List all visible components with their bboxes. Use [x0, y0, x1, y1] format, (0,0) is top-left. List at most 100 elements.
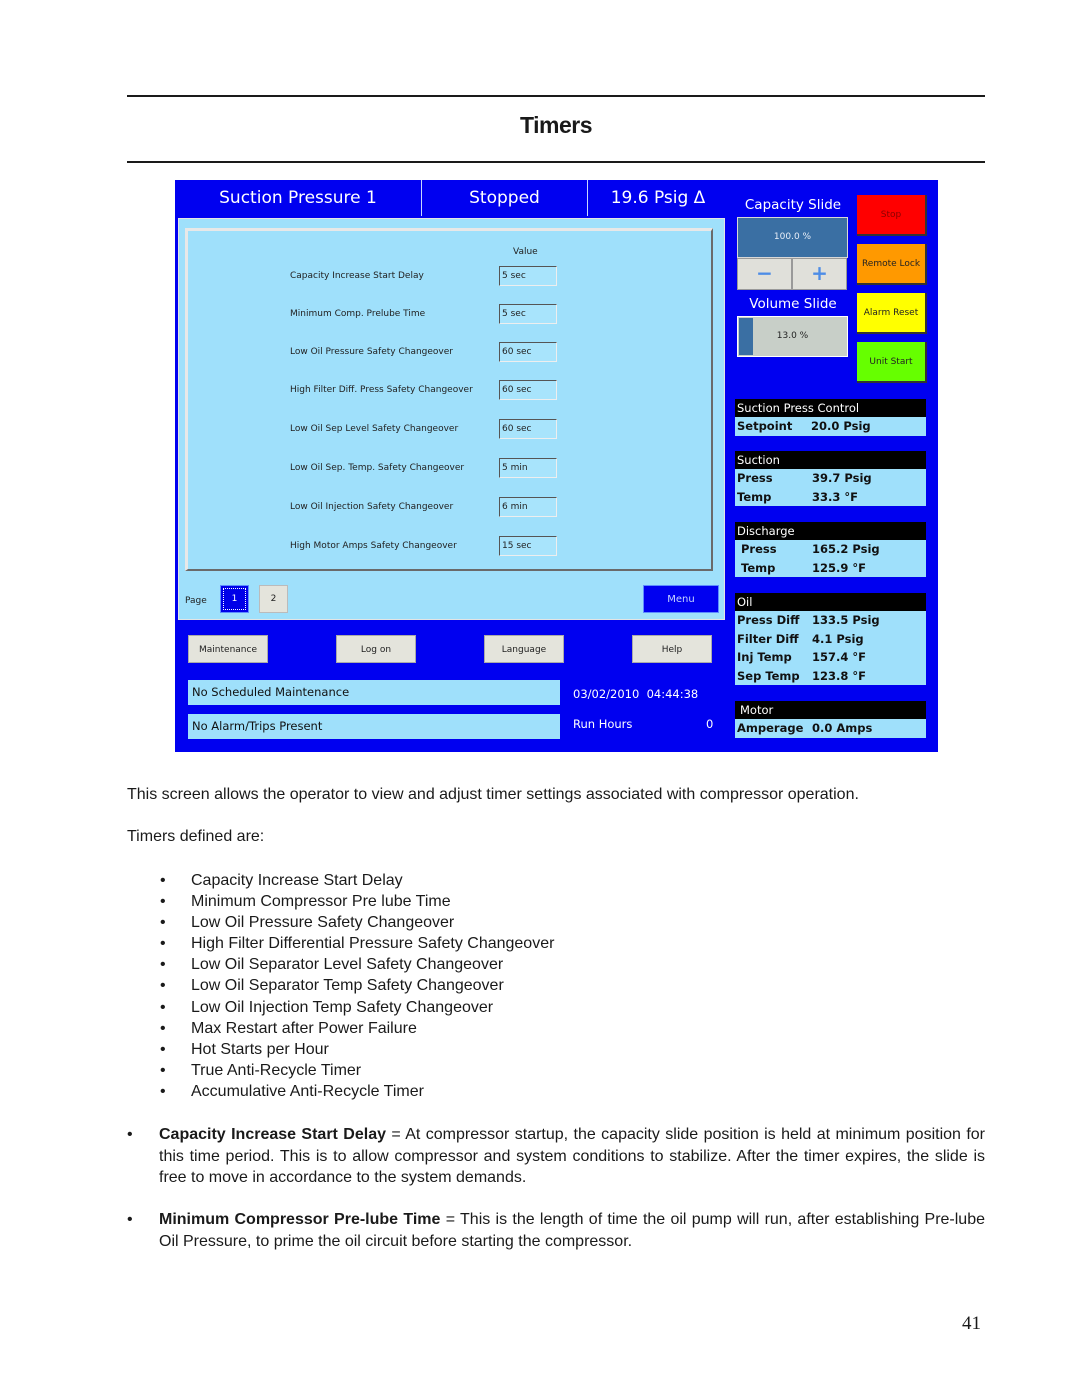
volume-slide-title: Volume Slide — [749, 296, 837, 312]
data-row: Temp 33.3 °F — [735, 487, 926, 506]
list-item: Low Oil Injection Temp Safety Changeover — [160, 997, 554, 1018]
timer-value-input[interactable]: 6 min — [499, 497, 557, 517]
motor-group: Motor Amperage 0.0 Amps — [735, 701, 926, 738]
list-item: High Filter Differential Pressure Safety… — [160, 933, 554, 954]
data-value: 133.5 Psig — [812, 613, 880, 627]
timer-label: Minimum Comp. Prelube Time — [290, 309, 426, 319]
timer-value-input[interactable]: 5 sec — [499, 266, 557, 286]
data-value: 157.4 °F — [812, 650, 866, 664]
timer-value-input[interactable]: 60 sec — [499, 342, 557, 362]
timer-row: High Motor Amps Safety Changeover 15 sec — [188, 536, 716, 558]
data-key: Press Diff — [737, 613, 800, 627]
unit-start-button[interactable]: Unit Start — [857, 342, 927, 383]
timer-value-input[interactable]: 15 sec — [499, 536, 557, 556]
hmi-screen: Suction Pressure 1 Stopped 19.6 Psig Δ V… — [175, 180, 938, 752]
data-row: Setpoint 20.0 Psig — [735, 417, 926, 436]
discharge-group: Discharge Press 165.2 Psig Temp 125.9 °F — [735, 522, 926, 577]
timer-label: Low Oil Injection Safety Changeover — [290, 502, 454, 512]
timer-label: Low Oil Sep. Temp. Safety Changeover — [290, 463, 465, 473]
value-column-header: Value — [513, 247, 538, 257]
list-intro: Timers defined are: — [127, 828, 265, 845]
data-value: 0.0 Amps — [812, 721, 873, 735]
definition-minimum-prelube-time: • Minimum Compressor Pre-lube Time = Thi… — [127, 1209, 985, 1252]
volume-slide-bar: 13.0 % — [737, 316, 848, 357]
data-row: Filter Diff 4.1 Psig — [735, 629, 926, 648]
run-hours-value: 0 — [706, 717, 714, 731]
capacity-increase-button[interactable]: + — [792, 258, 847, 290]
group-header: Suction — [735, 451, 926, 469]
language-button[interactable]: Language — [484, 635, 564, 663]
data-key: Sep Temp — [737, 668, 800, 683]
volume-slide-value: 13.0 % — [776, 331, 809, 341]
maintenance-status: No Scheduled Maintenance — [188, 680, 560, 705]
timer-row: Low Oil Injection Safety Changeover 6 mi… — [188, 497, 716, 519]
definition-term: Capacity Increase Start Delay — [159, 1126, 386, 1143]
bullet-icon: • — [127, 1126, 133, 1143]
timers-panel: Value Capacity Increase Start Delay 5 se… — [178, 218, 725, 620]
log-on-button[interactable]: Log on — [336, 635, 416, 663]
timer-value-input[interactable]: 5 sec — [499, 304, 557, 324]
timer-label: Low Oil Pressure Safety Changeover — [290, 347, 453, 357]
data-key: Setpoint — [737, 419, 793, 433]
title-rule — [127, 161, 985, 163]
timer-value-input[interactable]: 60 sec — [499, 419, 557, 439]
list-item: Low Oil Separator Temp Safety Changeover — [160, 975, 554, 996]
help-button[interactable]: Help — [632, 635, 712, 663]
intro-paragraph: This screen allows the operator to view … — [127, 786, 859, 803]
run-hours-label: Run Hours — [573, 717, 633, 731]
capacity-decrease-button[interactable]: − — [737, 258, 792, 290]
timer-label: High Motor Amps Safety Changeover — [290, 541, 457, 551]
group-header: Suction Press Control — [735, 399, 926, 417]
definition-term: Minimum Compressor Pre-lube Time — [159, 1211, 441, 1228]
data-key: Temp — [741, 560, 776, 575]
page-label: Page — [185, 596, 207, 606]
timer-value-input[interactable]: 60 sec — [499, 380, 557, 400]
list-item: Minimum Compressor Pre lube Time — [160, 891, 554, 912]
alarm-status: No Alarm/Trips Present — [188, 714, 560, 739]
group-header: Oil — [735, 593, 926, 611]
timer-row: Capacity Increase Start Delay 5 sec — [188, 266, 716, 288]
timer-row: Low Oil Sep. Temp. Safety Changeover 5 m… — [188, 458, 716, 480]
timer-label: Capacity Increase Start Delay — [290, 271, 424, 281]
list-item: True Anti-Recycle Timer — [160, 1060, 554, 1081]
data-value: 20.0 Psig — [811, 419, 871, 433]
data-row: Sep Temp 123.8 °F — [735, 666, 926, 685]
datetime-display: 03/02/2010 04:44:38 — [573, 687, 699, 701]
pressure-reading-header: 19.6 Psig Δ — [610, 188, 706, 208]
bullet-icon: • — [127, 1211, 133, 1228]
data-row: Temp 125.9 °F — [735, 558, 926, 577]
data-key: Press — [737, 471, 773, 485]
minus-icon: − — [756, 261, 773, 285]
group-header: Discharge — [735, 522, 926, 540]
capacity-slide-value: 100.0 % — [737, 217, 848, 258]
list-item: Max Restart after Power Failure — [160, 1018, 554, 1039]
data-key: Temp — [737, 489, 772, 504]
list-item: Accumulative Anti-Recycle Timer — [160, 1081, 554, 1102]
remote-lock-button[interactable]: Remote Lock — [857, 244, 927, 285]
data-value: 33.3 °F — [812, 489, 858, 504]
data-row: Press 165.2 Psig — [735, 540, 926, 559]
data-value: 123.8 °F — [812, 668, 866, 683]
maintenance-button[interactable]: Maintenance — [188, 635, 268, 663]
timer-row: Low Oil Sep Level Safety Changeover 60 s… — [188, 419, 716, 441]
timer-label: High Filter Diff. Press Safety Changeove… — [290, 385, 473, 395]
suction-group: Suction Press 39.7 Psig Temp 33.3 °F — [735, 451, 926, 506]
timers-list: Capacity Increase Start Delay Minimum Co… — [160, 870, 554, 1102]
data-value: 4.1 Psig — [812, 631, 864, 646]
page-number: 41 — [962, 1313, 981, 1334]
plus-icon: + — [811, 261, 828, 285]
list-item: Capacity Increase Start Delay — [160, 870, 554, 891]
data-key: Filter Diff — [737, 631, 799, 646]
timer-value-input[interactable]: 5 min — [499, 458, 557, 478]
list-item: Low Oil Separator Level Safety Changeove… — [160, 954, 554, 975]
stop-button[interactable]: Stop — [857, 195, 927, 236]
menu-button[interactable]: Menu — [643, 585, 719, 613]
data-value: 125.9 °F — [812, 560, 866, 575]
timer-label: Low Oil Sep Level Safety Changeover — [290, 424, 459, 434]
data-value: 39.7 Psig — [812, 471, 872, 485]
timers-table: Value Capacity Increase Start Delay 5 se… — [185, 228, 713, 571]
data-key: Press — [741, 542, 777, 556]
page-2-button[interactable]: 2 — [259, 585, 288, 613]
page-1-button[interactable]: 1 — [220, 585, 249, 613]
alarm-reset-button[interactable]: Alarm Reset — [857, 293, 927, 334]
